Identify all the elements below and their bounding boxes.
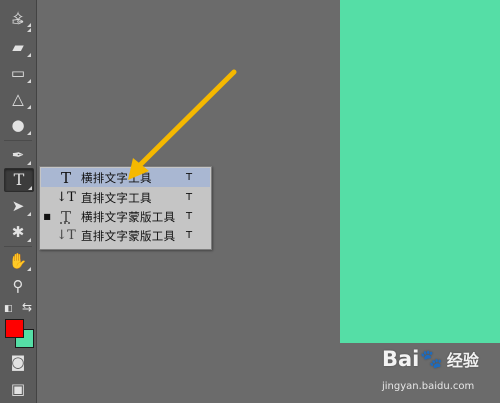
current-tool-bullet: ■ — [43, 212, 51, 221]
tools-panel: ✧ ✑ ▰ ▭ △ ● ✒ T ➤ ✱ ✋ ⚲ ◧ ⇆ ◙ ▣ — [0, 0, 37, 403]
eraser-icon[interactable]: ▰ — [4, 36, 32, 58]
menu-item-shortcut: T — [186, 172, 193, 183]
menu-item-label: 直排文字工具 — [81, 190, 152, 205]
path-selection-icon[interactable]: ➤ — [4, 195, 32, 217]
baidu-jingyan-watermark: Bai 🐾 经验 jingyan.baidu.com — [382, 341, 500, 403]
quick-mask-icon[interactable]: ◙ — [4, 351, 32, 373]
vertical-type-icon: ↓T — [56, 190, 76, 205]
type-tool-flyout-menu: T 横排文字工具 T ↓T 直排文字工具 T ■ T 横排文字蒙版工具 T ↓T… — [39, 166, 212, 250]
menu-item-vertical-type-tool[interactable]: ↓T 直排文字工具 T — [41, 188, 210, 207]
watermark-logo: Bai 🐾 经验 — [382, 347, 479, 371]
paw-icon: 🐾 — [420, 348, 443, 370]
vertical-type-mask-icon: ↓T — [56, 228, 76, 243]
menu-item-shortcut: T — [186, 211, 193, 222]
history-brush-icon[interactable]: ✑ — [4, 11, 32, 33]
menu-item-label: 直排文字蒙版工具 — [81, 228, 176, 243]
toolbar-divider — [4, 140, 32, 141]
custom-shape-icon[interactable]: ✱ — [4, 221, 32, 243]
menu-item-horizontal-type-tool[interactable]: T 横排文字工具 T — [41, 168, 210, 187]
blur-icon[interactable]: △ — [4, 88, 32, 110]
hand-icon[interactable]: ✋ — [4, 250, 32, 272]
default-colors-icon[interactable]: ◧ — [4, 304, 13, 314]
menu-item-vertical-type-mask-tool[interactable]: ↓T 直排文字蒙版工具 T — [41, 226, 210, 245]
menu-item-label: 横排文字工具 — [81, 170, 152, 185]
gradient-icon[interactable]: ▭ — [4, 62, 32, 84]
swap-colors-icon[interactable]: ⇆ — [22, 300, 32, 314]
document-canvas[interactable] — [340, 0, 500, 343]
horizontal-type-icon: T — [60, 168, 71, 187]
zoom-icon[interactable]: ⚲ — [4, 275, 32, 297]
toolbar-divider — [4, 246, 32, 247]
foreground-color-swatch[interactable] — [5, 319, 24, 338]
menu-item-horizontal-type-mask-tool[interactable]: ■ T 横排文字蒙版工具 T — [41, 207, 210, 226]
watermark-url: jingyan.baidu.com — [382, 381, 475, 392]
menu-item-shortcut: T — [186, 192, 193, 203]
horizontal-type-mask-icon: T — [60, 207, 71, 226]
screen-mode-icon[interactable]: ▣ — [4, 378, 32, 400]
menu-item-label: 横排文字蒙版工具 — [81, 209, 176, 224]
pen-icon[interactable]: ✒ — [4, 144, 32, 166]
menu-item-shortcut: T — [186, 230, 193, 241]
type-tool-icon[interactable]: T — [4, 168, 34, 192]
dodge-icon[interactable]: ● — [4, 114, 32, 136]
